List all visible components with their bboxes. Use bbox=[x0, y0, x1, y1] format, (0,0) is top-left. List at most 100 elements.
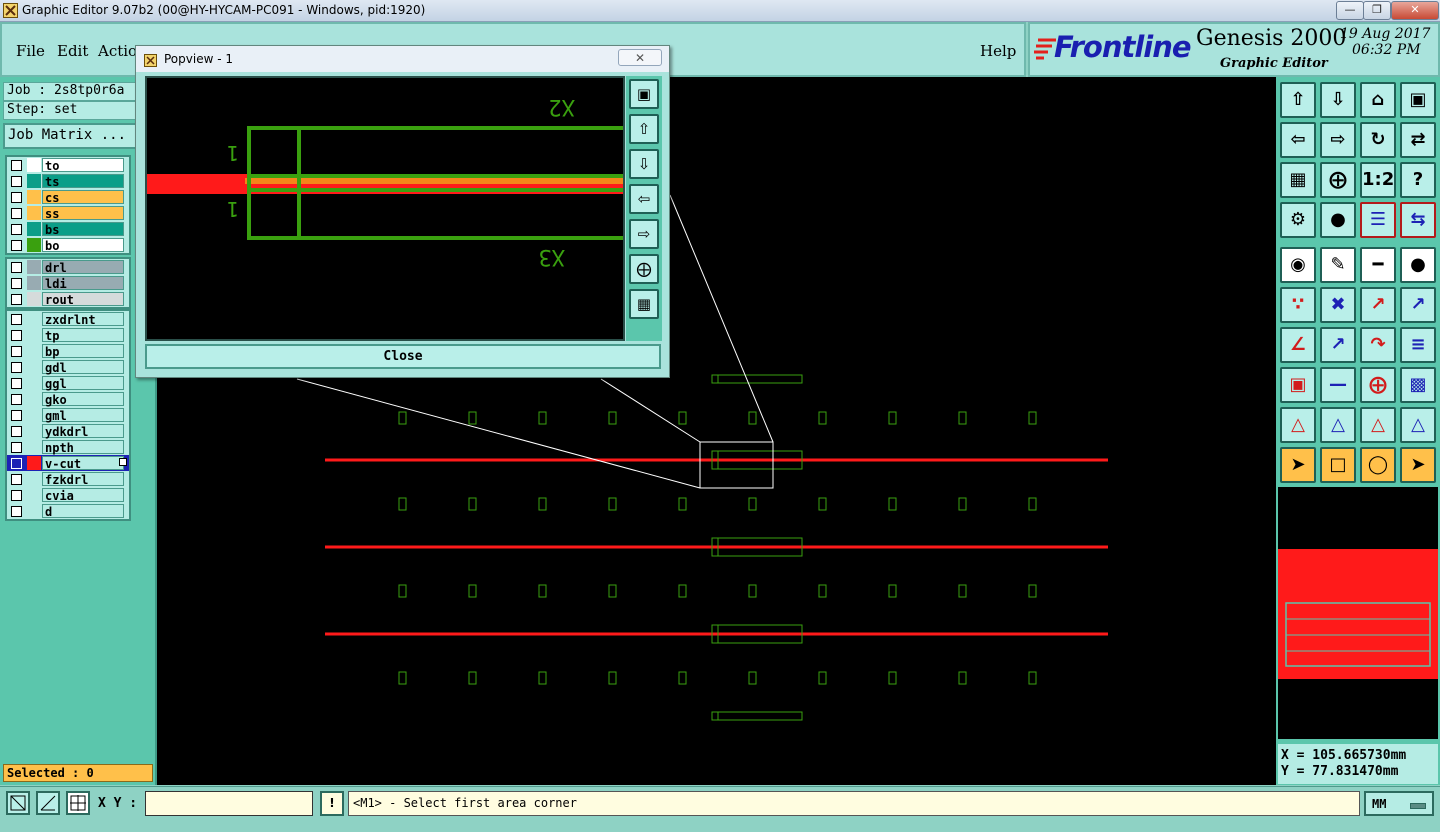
select-point-tool-button[interactable]: ◉ bbox=[1280, 247, 1316, 283]
layer-row-zxdrlnt[interactable]: zxdrlnt bbox=[7, 311, 129, 327]
draw-tool-button[interactable]: ✎ bbox=[1320, 247, 1356, 283]
minimize-button[interactable]: — bbox=[1336, 1, 1364, 20]
layer-row-bp[interactable]: bp bbox=[7, 343, 129, 359]
pointer-round-tool-button[interactable]: ◯ bbox=[1360, 447, 1396, 483]
overview-map[interactable] bbox=[1278, 487, 1438, 739]
layer-row-gml[interactable]: gml bbox=[7, 407, 129, 423]
node-tool-button[interactable]: ∵ bbox=[1280, 287, 1316, 323]
up-tool-button[interactable]: ⇧ bbox=[1280, 82, 1316, 118]
layer-checkbox[interactable] bbox=[11, 294, 22, 305]
popview-canvas[interactable]: X2 X3 1 1 bbox=[145, 76, 625, 341]
layer-row-gdl[interactable]: gdl bbox=[7, 359, 129, 375]
snap-grid-button[interactable] bbox=[6, 791, 30, 815]
popview-pan-right-button[interactable]: ⇨ bbox=[629, 219, 659, 249]
help-tool-button[interactable]: ? bbox=[1400, 162, 1436, 198]
snap-angle-button[interactable] bbox=[36, 791, 60, 815]
layer-row-rout[interactable]: rout bbox=[7, 291, 129, 307]
break-tool-button[interactable]: ≡ bbox=[1400, 327, 1436, 363]
job-matrix-button[interactable]: Job Matrix ... bbox=[3, 123, 147, 149]
units-select[interactable]: MM bbox=[1364, 791, 1434, 816]
settings-tool-button[interactable]: ⚙ bbox=[1280, 202, 1316, 238]
layer-row-npth[interactable]: npth bbox=[7, 439, 129, 455]
layer-row-drl[interactable]: drl bbox=[7, 259, 129, 275]
center-tool-button[interactable]: ⨁ bbox=[1360, 367, 1396, 403]
line-tool-button[interactable]: — bbox=[1320, 367, 1356, 403]
zoom-tool-button[interactable]: ⨁ bbox=[1320, 162, 1356, 198]
layer-row-to[interactable]: to bbox=[7, 157, 129, 173]
measure-tool-button[interactable]: ↗ bbox=[1320, 327, 1356, 363]
layer-row-tp[interactable]: tp bbox=[7, 327, 129, 343]
layer-row-ss[interactable]: ss bbox=[7, 205, 129, 221]
layer-checkbox[interactable] bbox=[11, 240, 22, 251]
home-tool-button[interactable]: ⌂ bbox=[1360, 82, 1396, 118]
layer-checkbox[interactable] bbox=[11, 362, 22, 373]
pointer-box-tool-button[interactable]: □ bbox=[1320, 447, 1356, 483]
layer-checkbox[interactable] bbox=[11, 426, 22, 437]
popview-fit-button[interactable]: ⨁ bbox=[629, 254, 659, 284]
fit-tool-button[interactable]: ▦ bbox=[1280, 162, 1316, 198]
close-window-button[interactable]: ✕ bbox=[1391, 1, 1439, 20]
restore-button[interactable]: ❐ bbox=[1363, 1, 1391, 20]
pad-tool-button[interactable]: ● bbox=[1400, 247, 1436, 283]
right-tool-button[interactable]: ⇨ bbox=[1320, 122, 1356, 158]
group-tool-button[interactable]: ▩ bbox=[1400, 367, 1436, 403]
mirror-tool-button[interactable]: ⇄ bbox=[1400, 122, 1436, 158]
layer-checkbox[interactable] bbox=[11, 410, 22, 421]
pin-tool-button[interactable]: ● bbox=[1320, 202, 1356, 238]
layer-checkbox[interactable] bbox=[11, 378, 22, 389]
down-tool-button[interactable]: ⇩ bbox=[1320, 82, 1356, 118]
layer-checkbox[interactable] bbox=[11, 208, 22, 219]
snap-point-tool-button[interactable]: ↗ bbox=[1400, 287, 1436, 323]
layer-row-ldi[interactable]: ldi bbox=[7, 275, 129, 291]
angle-tool-button[interactable]: ∠ bbox=[1280, 327, 1316, 363]
triangle-d-tool-button[interactable]: △ bbox=[1400, 407, 1436, 443]
layer-row-bs[interactable]: bs bbox=[7, 221, 129, 237]
layer-row-cs[interactable]: cs bbox=[7, 189, 129, 205]
layer-row-fzkdrl[interactable]: fzkdrl bbox=[7, 471, 129, 487]
layer-row-gko[interactable]: gko bbox=[7, 391, 129, 407]
layer-checkbox[interactable] bbox=[11, 458, 22, 469]
layers-tool-button[interactable]: ☰ bbox=[1360, 202, 1396, 238]
alert-icon[interactable]: ! bbox=[320, 791, 344, 816]
popview-zoom-in-button[interactable]: ▣ bbox=[629, 79, 659, 109]
layer-checkbox[interactable] bbox=[11, 176, 22, 187]
window-tool-button[interactable]: ▣ bbox=[1400, 82, 1436, 118]
menu-help[interactable]: Help bbox=[980, 42, 1016, 60]
popview-close-button[interactable]: Close bbox=[145, 344, 661, 369]
layer-checkbox[interactable] bbox=[11, 160, 22, 171]
layer-row-ggl[interactable]: ggl bbox=[7, 375, 129, 391]
layer-checkbox[interactable] bbox=[11, 490, 22, 501]
layer-checkbox[interactable] bbox=[11, 330, 22, 341]
layer-checkbox[interactable] bbox=[11, 262, 22, 273]
layer-row-cvia[interactable]: cvia bbox=[7, 487, 129, 503]
layer-checkbox[interactable] bbox=[11, 346, 22, 357]
layer-row-bo[interactable]: bo bbox=[7, 237, 129, 253]
left-tool-button[interactable]: ⇦ bbox=[1280, 122, 1316, 158]
layer-row-v-cut[interactable]: v-cut bbox=[7, 455, 129, 471]
pointer-net-tool-button[interactable]: ➤ bbox=[1400, 447, 1436, 483]
corner-tool-button[interactable]: ▣ bbox=[1280, 367, 1316, 403]
layer-checkbox[interactable] bbox=[11, 192, 22, 203]
popview-zoom-down-button[interactable]: ⇩ bbox=[629, 149, 659, 179]
triangle-a-tool-button[interactable]: △ bbox=[1280, 407, 1316, 443]
menu-edit[interactable]: Edit bbox=[57, 42, 88, 60]
popview-center-button[interactable]: ▦ bbox=[629, 289, 659, 319]
layer-menu-icon[interactable] bbox=[119, 458, 127, 466]
popview-zoom-up-button[interactable]: ⇧ bbox=[629, 114, 659, 144]
cross-tool-button[interactable]: ✖ bbox=[1320, 287, 1356, 323]
layer-row-ts[interactable]: ts bbox=[7, 173, 129, 189]
rotate-tool-button[interactable]: ↻ bbox=[1360, 122, 1396, 158]
snap-line-tool-button[interactable]: ↗ bbox=[1360, 287, 1396, 323]
triangle-c-tool-button[interactable]: △ bbox=[1360, 407, 1396, 443]
layer-checkbox[interactable] bbox=[11, 278, 22, 289]
popview-close-x-button[interactable]: ✕ bbox=[618, 49, 662, 66]
arc-tool-button[interactable]: ↷ bbox=[1360, 327, 1396, 363]
layer-checkbox[interactable] bbox=[11, 314, 22, 325]
swap-tool-button[interactable]: ⇆ bbox=[1400, 202, 1436, 238]
layer-checkbox[interactable] bbox=[11, 506, 22, 517]
layer-checkbox[interactable] bbox=[11, 442, 22, 453]
popview-pan-left-button[interactable]: ⇦ bbox=[629, 184, 659, 214]
xy-input[interactable] bbox=[145, 791, 313, 816]
layer-checkbox[interactable] bbox=[11, 474, 22, 485]
layer-checkbox[interactable] bbox=[11, 394, 22, 405]
